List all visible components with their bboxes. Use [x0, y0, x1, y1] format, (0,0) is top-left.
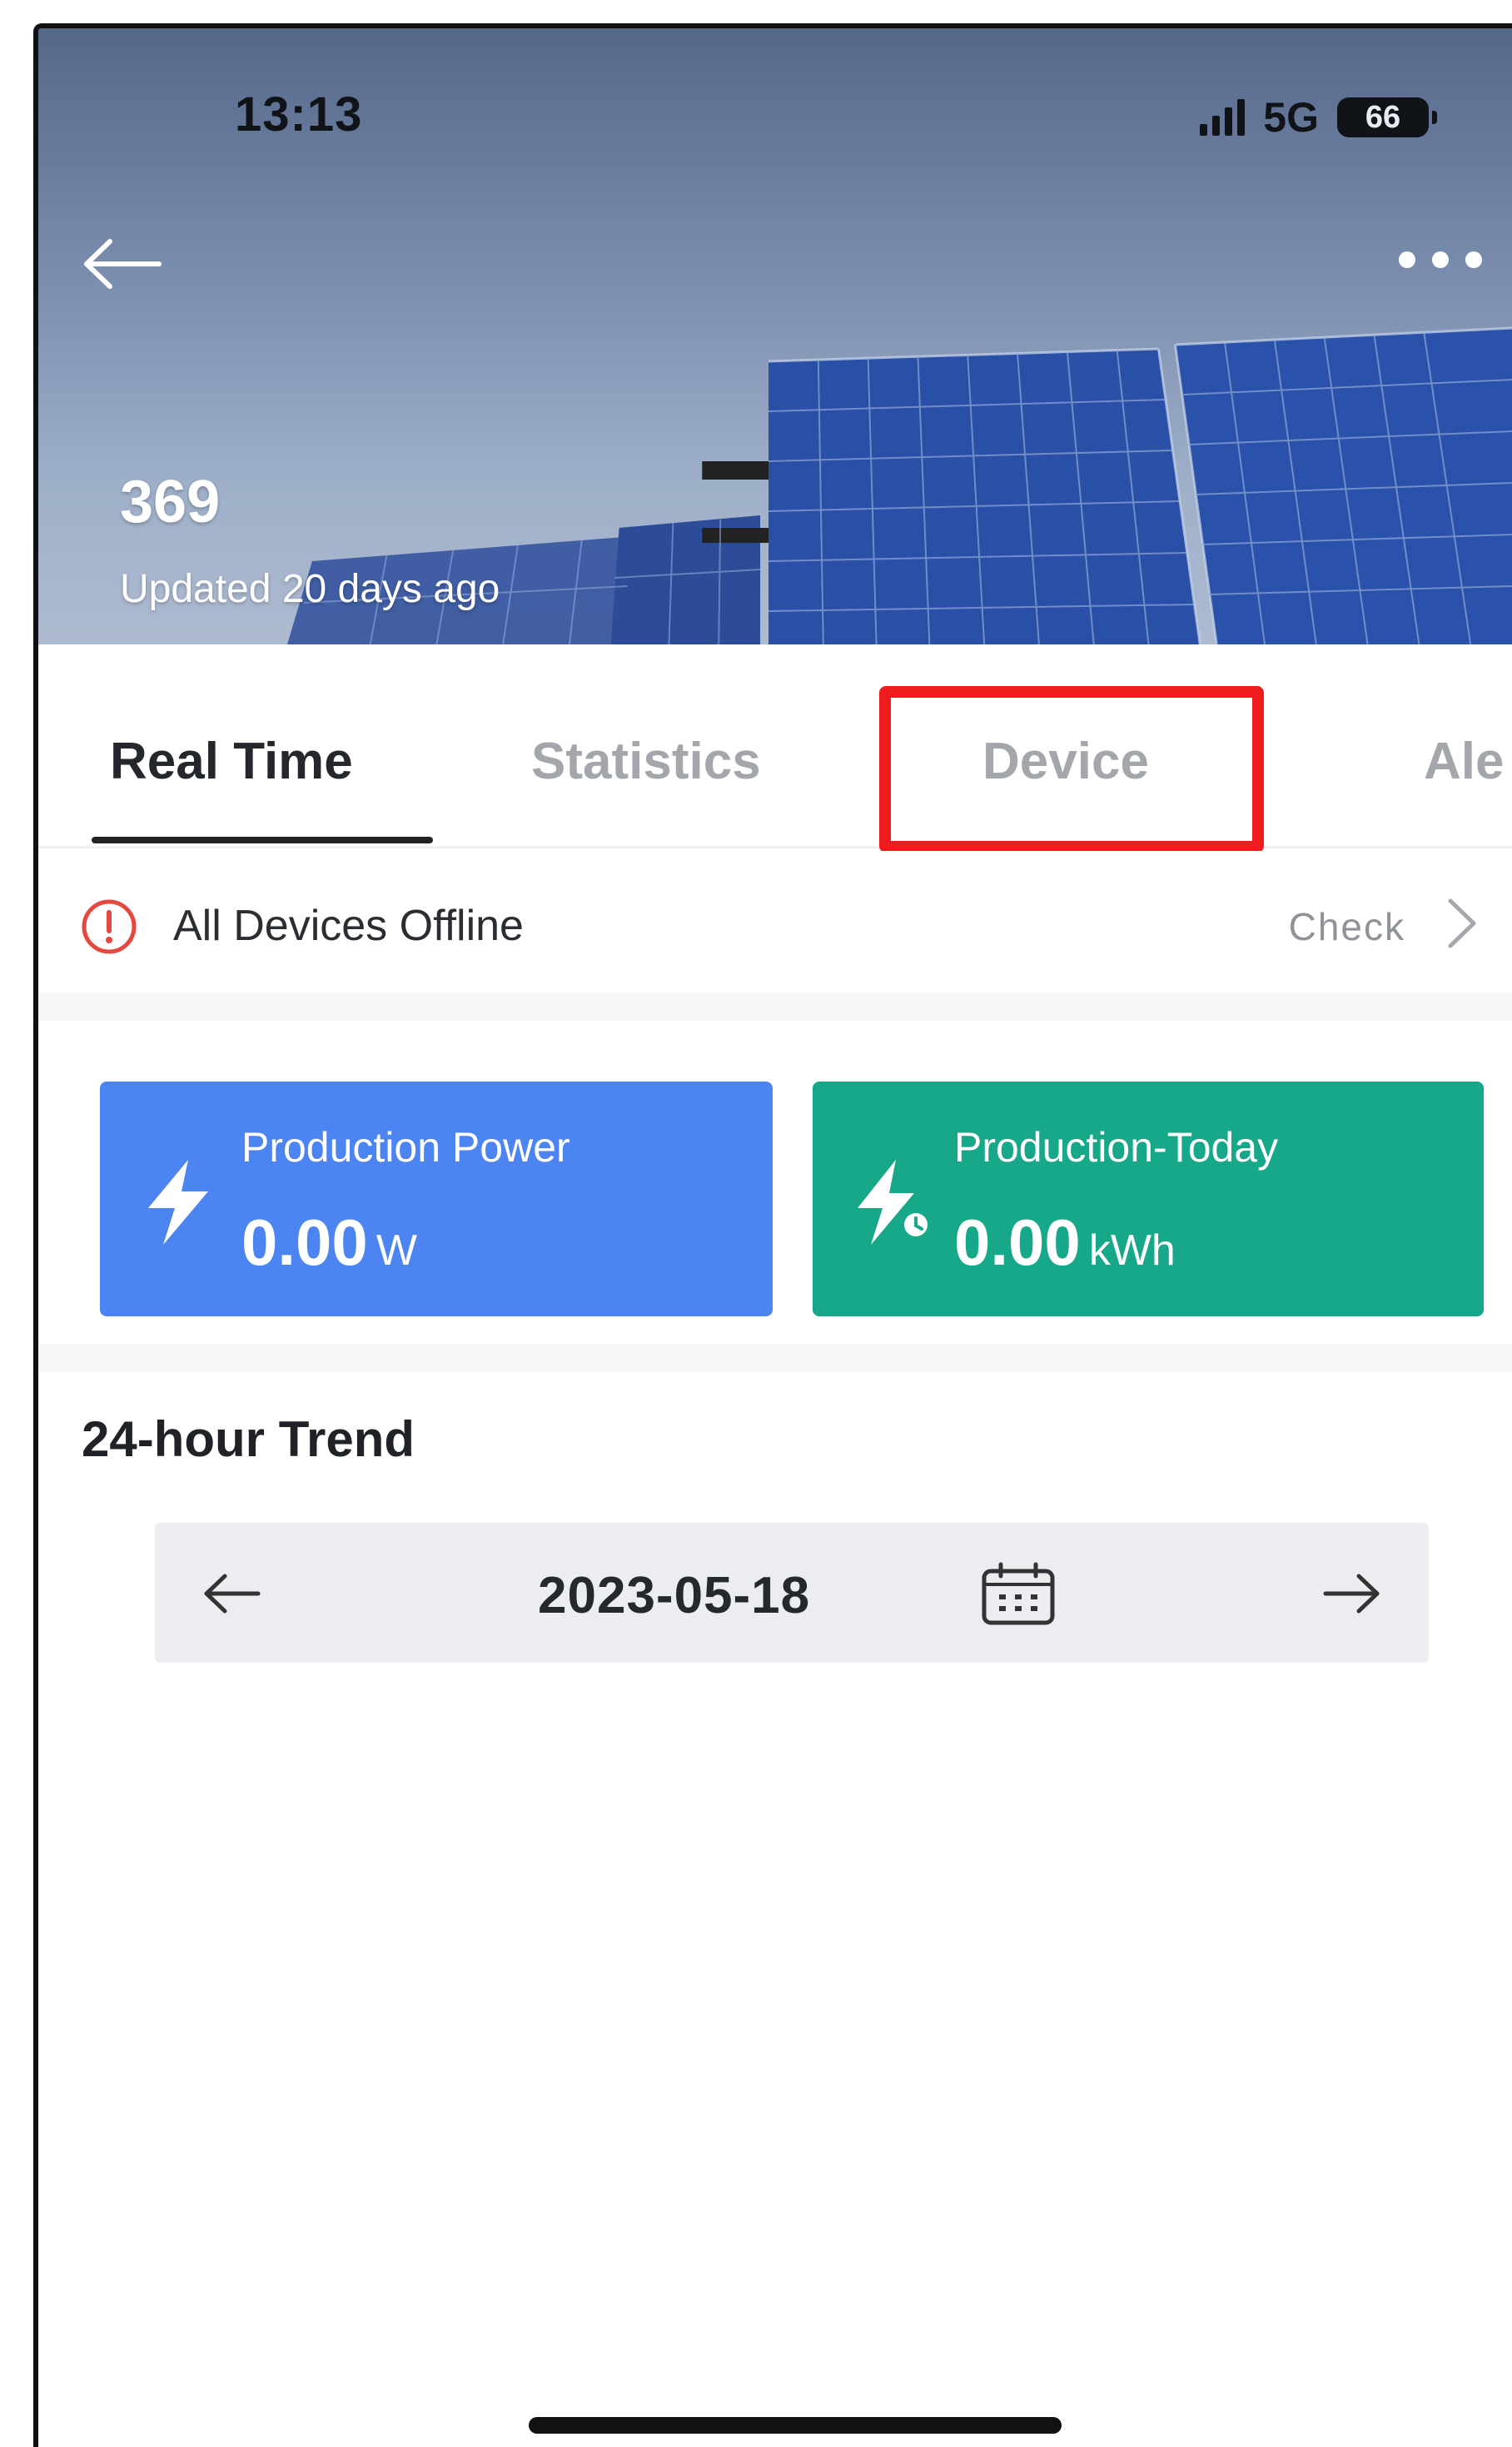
- power-unit: W: [376, 1226, 417, 1275]
- metrics-section: Production Power 0.00 W Production-Today …: [38, 1021, 1512, 1387]
- network-type: 5G: [1263, 94, 1319, 141]
- plant-header: 13:13 5G 66 369 Updated 20 days ago: [38, 28, 1512, 644]
- selected-date[interactable]: 2023-05-18: [538, 1566, 810, 1625]
- card-value: 0.00 W: [241, 1205, 417, 1281]
- power-value: 0.00: [241, 1206, 368, 1279]
- more-options-icon[interactable]: [1399, 251, 1482, 268]
- plant-name: 369: [120, 469, 221, 535]
- device-tab-highlight: [879, 686, 1264, 853]
- section-divider: [38, 1344, 1512, 1372]
- back-arrow-icon[interactable]: [80, 235, 163, 293]
- phone-screen: 13:13 5G 66 369 Updated 20 days ago Real…: [33, 23, 1512, 2447]
- active-tab-indicator: [92, 837, 433, 843]
- section-divider: [38, 992, 1512, 1021]
- tab-real-time[interactable]: Real Time: [110, 732, 353, 791]
- tab-statistics[interactable]: Statistics: [531, 732, 761, 791]
- trend-title: 24-hour Trend: [82, 1411, 415, 1467]
- today-unit: kWh: [1088, 1226, 1176, 1275]
- card-label: Production Power: [241, 1124, 570, 1171]
- card-value: 0.00 kWh: [954, 1205, 1176, 1281]
- chevron-right-icon[interactable]: [1439, 894, 1484, 952]
- card-label: Production-Today: [954, 1124, 1279, 1171]
- check-link[interactable]: Check: [1289, 904, 1405, 949]
- last-updated: Updated 20 days ago: [120, 567, 500, 611]
- signal-icon: [1200, 99, 1246, 136]
- tab-bar: Real Time Statistics Device Ale: [38, 674, 1512, 853]
- next-day-arrow-icon[interactable]: [1319, 1564, 1385, 1623]
- production-power-card[interactable]: Production Power 0.00 W: [100, 1082, 773, 1316]
- lightning-icon: [148, 1160, 208, 1245]
- today-value: 0.00: [954, 1206, 1081, 1279]
- calendar-icon[interactable]: [979, 1561, 1057, 1628]
- home-indicator[interactable]: [529, 2417, 1062, 2434]
- tab-alerts[interactable]: Ale: [1424, 732, 1504, 791]
- date-selector: 2023-05-18: [155, 1523, 1429, 1663]
- alert-message: All Devices Offline: [173, 902, 524, 950]
- battery-level: 66: [1365, 99, 1401, 135]
- status-indicators: 5G 66: [1200, 93, 1437, 142]
- offline-alert-row[interactable]: All Devices Offline Check: [38, 851, 1512, 992]
- production-today-card[interactable]: Production-Today 0.00 kWh: [813, 1082, 1484, 1316]
- status-time: 13:13: [235, 87, 363, 142]
- battery-icon: 66: [1337, 97, 1437, 137]
- warning-icon: [82, 899, 137, 954]
- lightning-clock-icon: [858, 1160, 928, 1245]
- previous-day-arrow-icon[interactable]: [198, 1564, 265, 1623]
